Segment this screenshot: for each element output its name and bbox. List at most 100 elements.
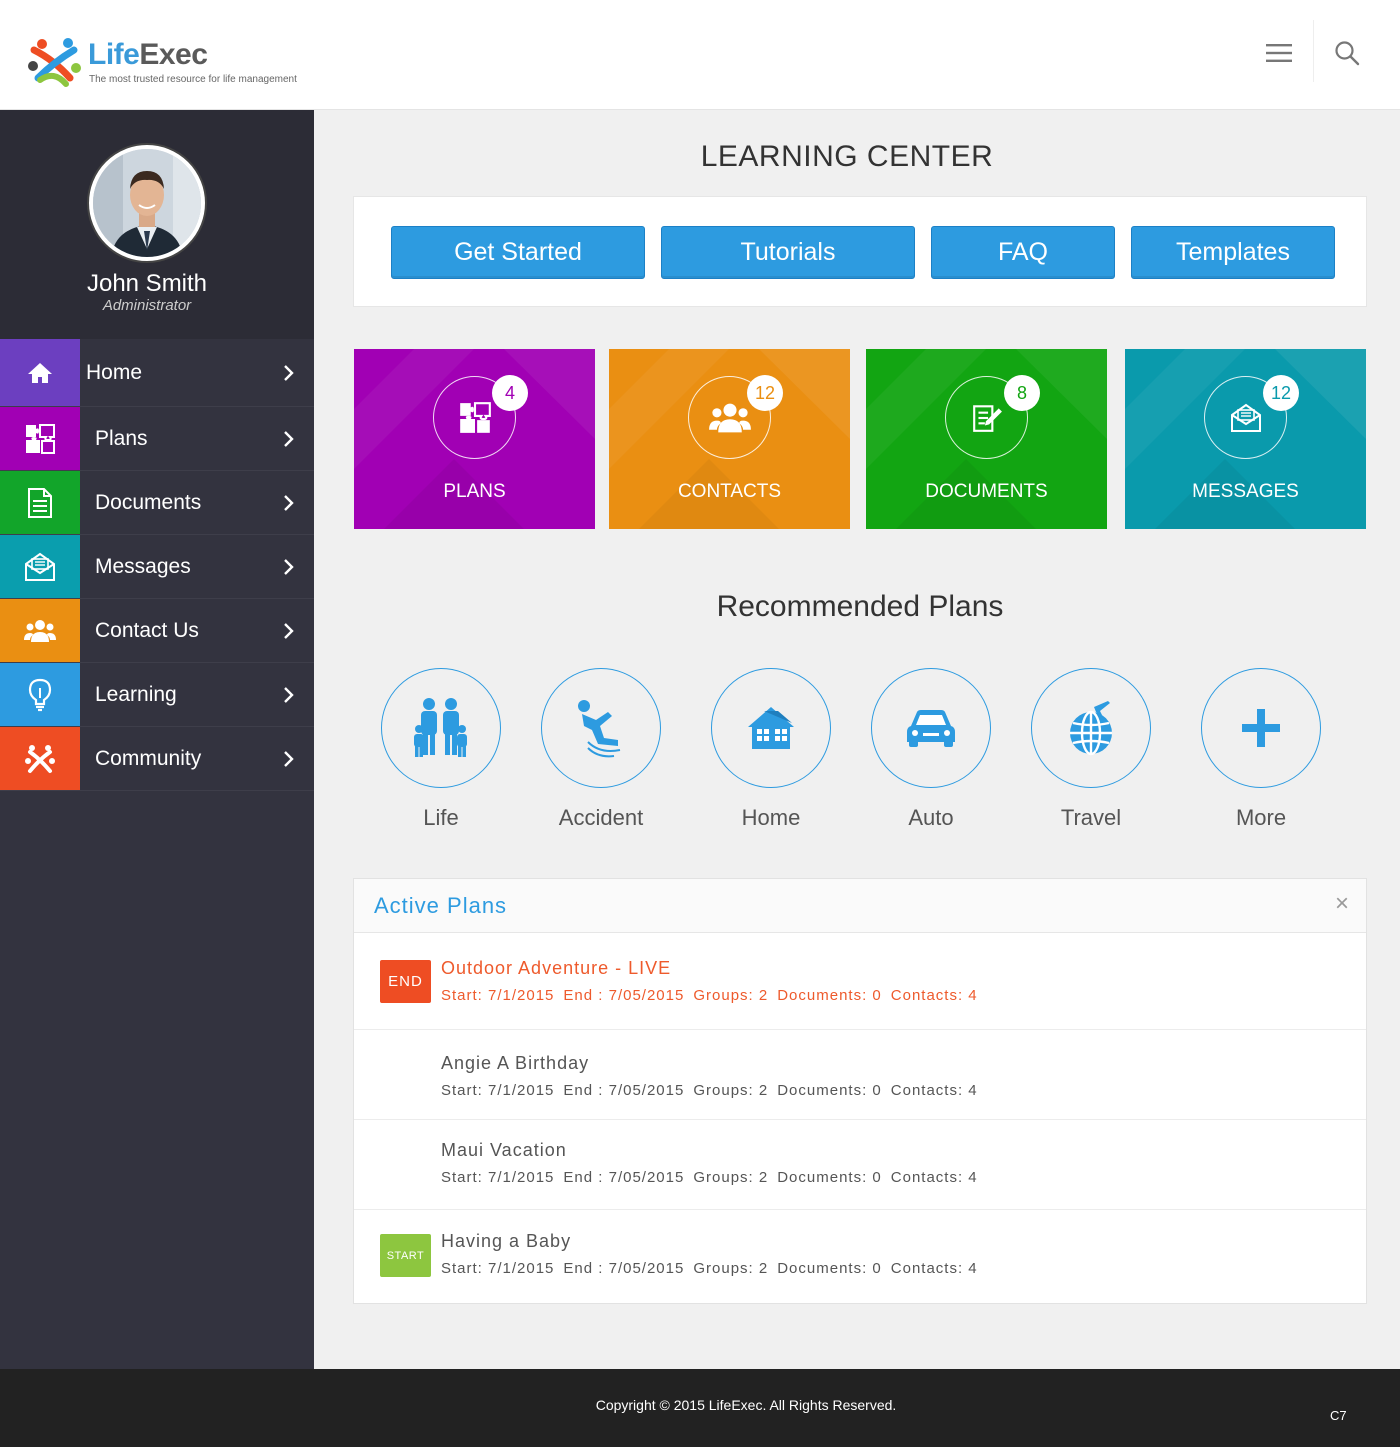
header-divider [1313, 20, 1314, 82]
house-icon [748, 707, 794, 749]
people-icon [0, 599, 80, 662]
user-name: John Smith [86, 270, 208, 297]
plan-life[interactable]: Life [376, 668, 506, 838]
community-icon [0, 727, 80, 790]
globe-plane-icon [1070, 701, 1112, 756]
sidebar-item-label: Documents [95, 490, 202, 514]
chevron-right-icon [264, 558, 314, 576]
avatar-photo [93, 149, 201, 257]
menu-button[interactable] [1254, 32, 1304, 74]
tile-plans[interactable]: 4 PLANS [354, 349, 595, 529]
chevron-right-icon [264, 750, 314, 768]
plan-icon-ring [1031, 668, 1151, 788]
chevron-right-icon [264, 494, 314, 512]
close-button[interactable]: × [1330, 890, 1354, 917]
document-icon [0, 471, 80, 534]
home-icon [0, 339, 80, 406]
avatar[interactable] [89, 145, 205, 261]
start-tag: START [380, 1234, 431, 1277]
chevron-right-icon [264, 686, 314, 704]
table-row[interactable]: Maui Vacation Start: 7/1/2015 End : 7/05/… [354, 1120, 1366, 1210]
plan-icon-ring [1201, 668, 1321, 788]
plan-details: Start: 7/1/2015 End : 7/05/2015 Groups: 2D… [441, 1169, 978, 1186]
envelope-icon [1230, 403, 1261, 432]
car-icon [907, 710, 955, 747]
plan-name[interactable]: Having a Baby [441, 1231, 571, 1252]
plan-label: Travel [1060, 805, 1122, 830]
puzzle-icon [0, 407, 80, 470]
tile-label: CONTACTS [677, 481, 782, 502]
lifeexec-logo[interactable]: LifeExec The most trusted resource for l… [26, 34, 326, 94]
plan-name[interactable]: Angie A Birthday [441, 1053, 589, 1074]
table-row[interactable]: Angie A Birthday Start: 7/1/2015 End : 7/… [354, 1030, 1366, 1120]
lifeexec-logo-icon [28, 38, 81, 87]
plan-icon-ring [711, 668, 831, 788]
tile-messages[interactable]: 12 MESSAGES [1125, 349, 1366, 529]
plan-icon-ring [541, 668, 661, 788]
active-plans-header: Active Plans × [354, 879, 1366, 933]
chevron-right-icon [264, 430, 314, 448]
page-title: LEARNING CENTER [700, 140, 994, 173]
active-plans-title: Active Plans [374, 893, 508, 918]
plan-more[interactable]: More [1196, 668, 1326, 838]
copyright-text: Copyright © 2015 LifeExec. All Rights Re… [595, 1397, 897, 1413]
sidebar-item-plans[interactable]: Plans [0, 407, 314, 471]
tutorials-button[interactable]: Tutorials [661, 226, 915, 279]
footer-code: C7 [1330, 1408, 1347, 1423]
sidebar-item-community[interactable]: Community [0, 727, 314, 791]
sidebar-item-home[interactable]: Home [0, 339, 314, 407]
chevron-right-icon [264, 622, 314, 640]
tile-documents[interactable]: 8 DOCUMENTS [866, 349, 1107, 529]
lightbulb-icon [0, 663, 80, 726]
plan-label: Accident [558, 805, 644, 830]
count-badge: 4 [492, 375, 528, 411]
sidebar-item-label: Home [86, 360, 143, 384]
templates-button[interactable]: Templates [1131, 226, 1335, 279]
family-icon [414, 698, 467, 757]
plan-travel[interactable]: Travel [1026, 668, 1156, 838]
count-badge: 12 [747, 375, 783, 411]
tile-label: MESSAGES [1192, 481, 1299, 502]
sidebar-item-label: Learning [95, 682, 177, 706]
plan-icon-ring [871, 668, 991, 788]
table-row[interactable]: START Having a Baby Start: 7/1/2015 End :… [354, 1210, 1366, 1304]
falling-person-icon [578, 700, 621, 758]
plan-name[interactable]: Maui Vacation [441, 1140, 567, 1161]
brand-name: LifeExec [88, 38, 208, 71]
count-badge: 8 [1004, 375, 1040, 411]
search-button[interactable] [1322, 30, 1372, 76]
plan-home[interactable]: Home [706, 668, 836, 838]
document-edit-icon [972, 404, 1002, 432]
end-tag: END [380, 960, 431, 1003]
tile-label: DOCUMENTS [925, 481, 1048, 502]
sidebar-item-contact-us[interactable]: Contact Us [0, 599, 314, 663]
recommended-plans-title: Recommended Plans [716, 590, 1004, 623]
sidebar-item-label: Messages [95, 554, 191, 578]
sidebar-item-label: Plans [95, 426, 148, 450]
tile-contacts[interactable]: 12 CONTACTS [609, 349, 850, 529]
table-row[interactable]: END Outdoor Adventure - LIVE Start: 7/1/… [354, 933, 1366, 1030]
footer: Copyright © 2015 LifeExec. All Rights Re… [0, 1369, 1400, 1447]
get-started-button[interactable]: Get Started [391, 226, 645, 279]
plan-accident[interactable]: Accident [536, 668, 666, 838]
sidebar-item-messages[interactable]: Messages [0, 535, 314, 599]
brand-tagline: The most trusted resource for life manag… [89, 74, 297, 85]
plan-label: More [1235, 805, 1287, 830]
people-icon [708, 403, 751, 432]
hamburger-icon [1266, 44, 1292, 62]
sidebar-nav: Home Plans Documents Messages Contact Us… [0, 339, 314, 791]
plan-name[interactable]: Outdoor Adventure - LIVE [441, 958, 671, 979]
plan-details: Start: 7/1/2015 End : 7/05/2015 Groups: 2D… [441, 1260, 978, 1277]
sidebar: John Smith Administrator Home Plans Docu… [0, 110, 314, 1369]
sidebar-item-documents[interactable]: Documents [0, 471, 314, 535]
plan-auto[interactable]: Auto [866, 668, 996, 838]
active-plans-panel: Active Plans × END Outdoor Adventure - L… [353, 878, 1367, 1304]
puzzle-icon [459, 401, 491, 433]
user-role: Administrator [102, 297, 192, 314]
faq-button[interactable]: FAQ [931, 226, 1115, 279]
search-icon [1335, 41, 1360, 66]
plan-label: Home [741, 805, 801, 830]
tile-label: PLANS [443, 481, 506, 502]
plan-label: Life [423, 805, 459, 830]
sidebar-item-learning[interactable]: Learning [0, 663, 314, 727]
